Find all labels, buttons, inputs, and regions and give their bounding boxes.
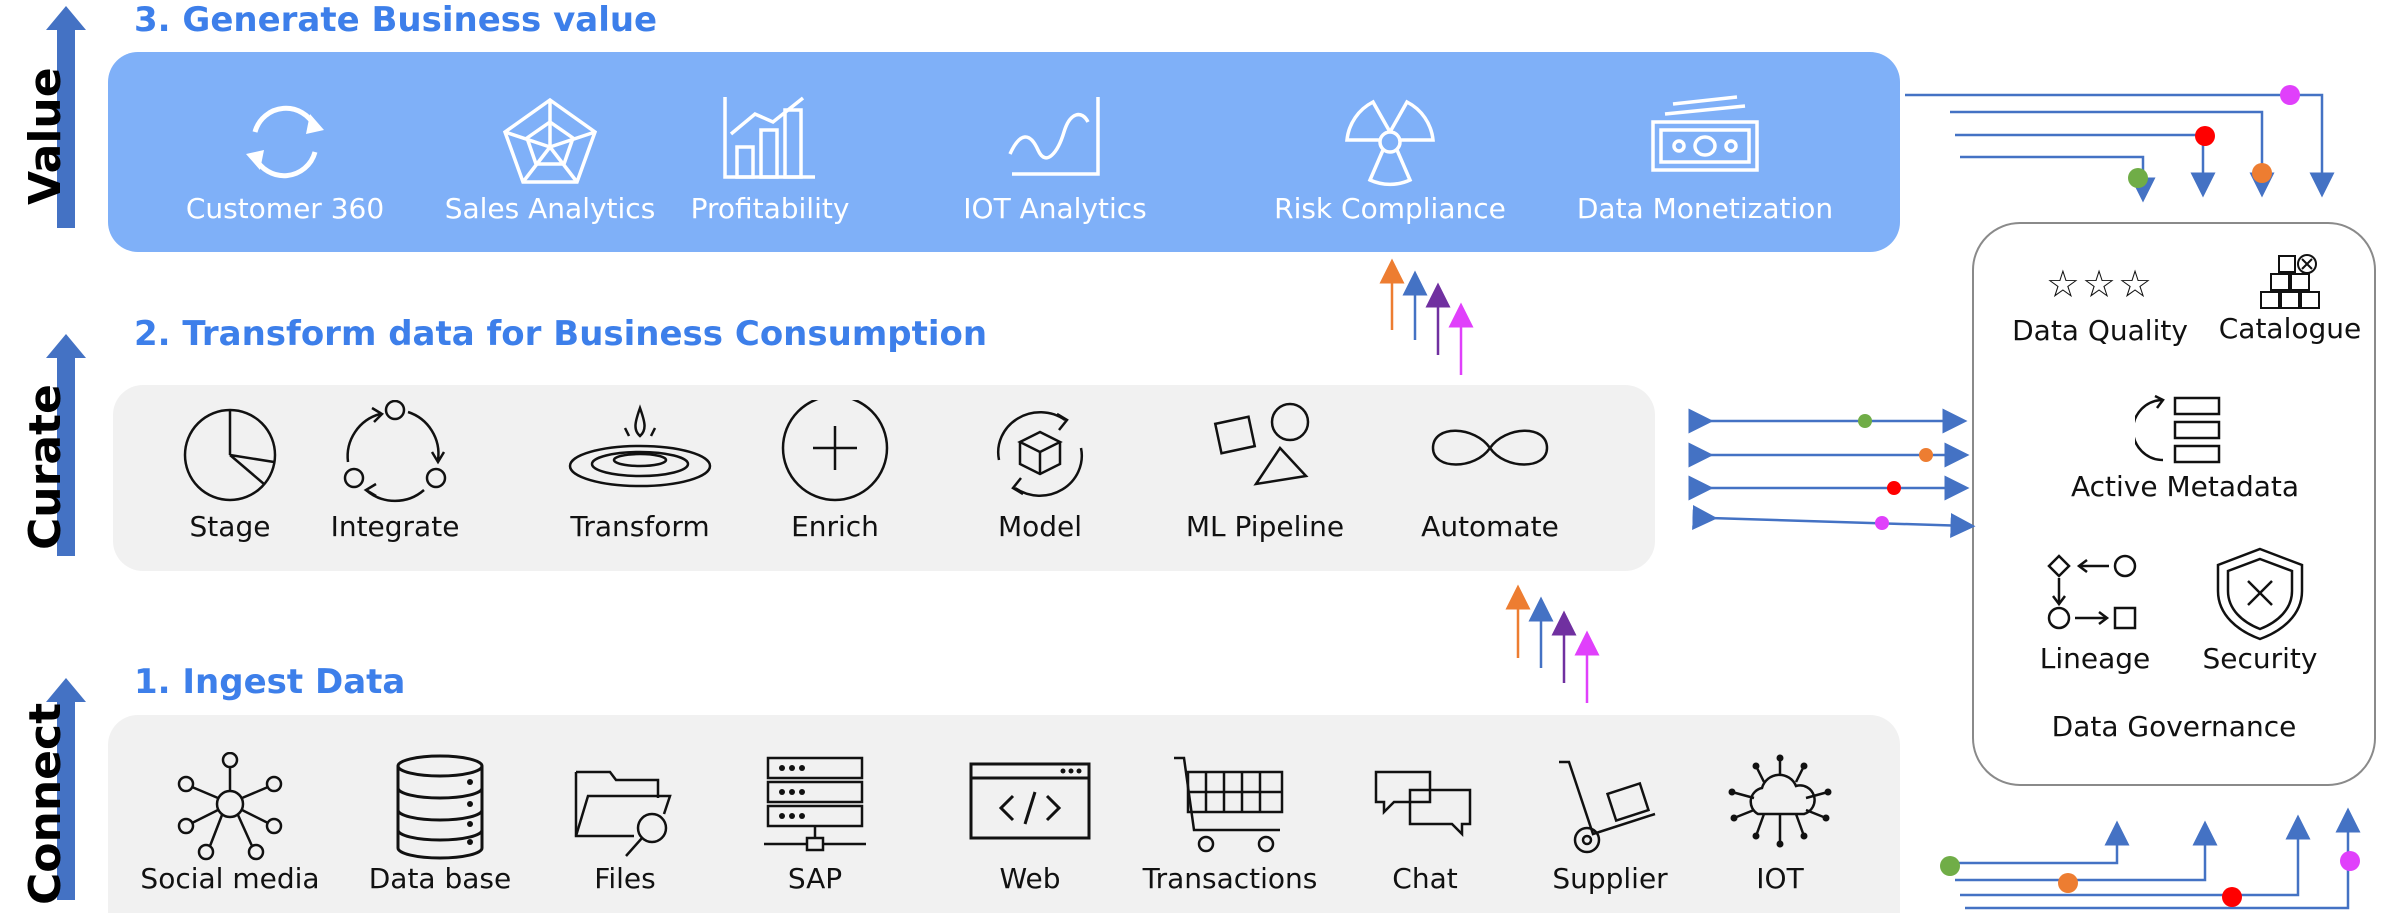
connect-to-curate-arrows bbox=[1505, 584, 1600, 703]
connect-to-governance-connectors bbox=[1945, 807, 2361, 910]
connector-arrows bbox=[1379, 85, 2361, 910]
value-connector-dots bbox=[2128, 85, 2300, 188]
curate-governance-bidirectional-arrows bbox=[1688, 408, 1976, 538]
curate-connector-dots bbox=[1858, 414, 1933, 530]
curate-to-value-arrows bbox=[1379, 258, 1474, 375]
